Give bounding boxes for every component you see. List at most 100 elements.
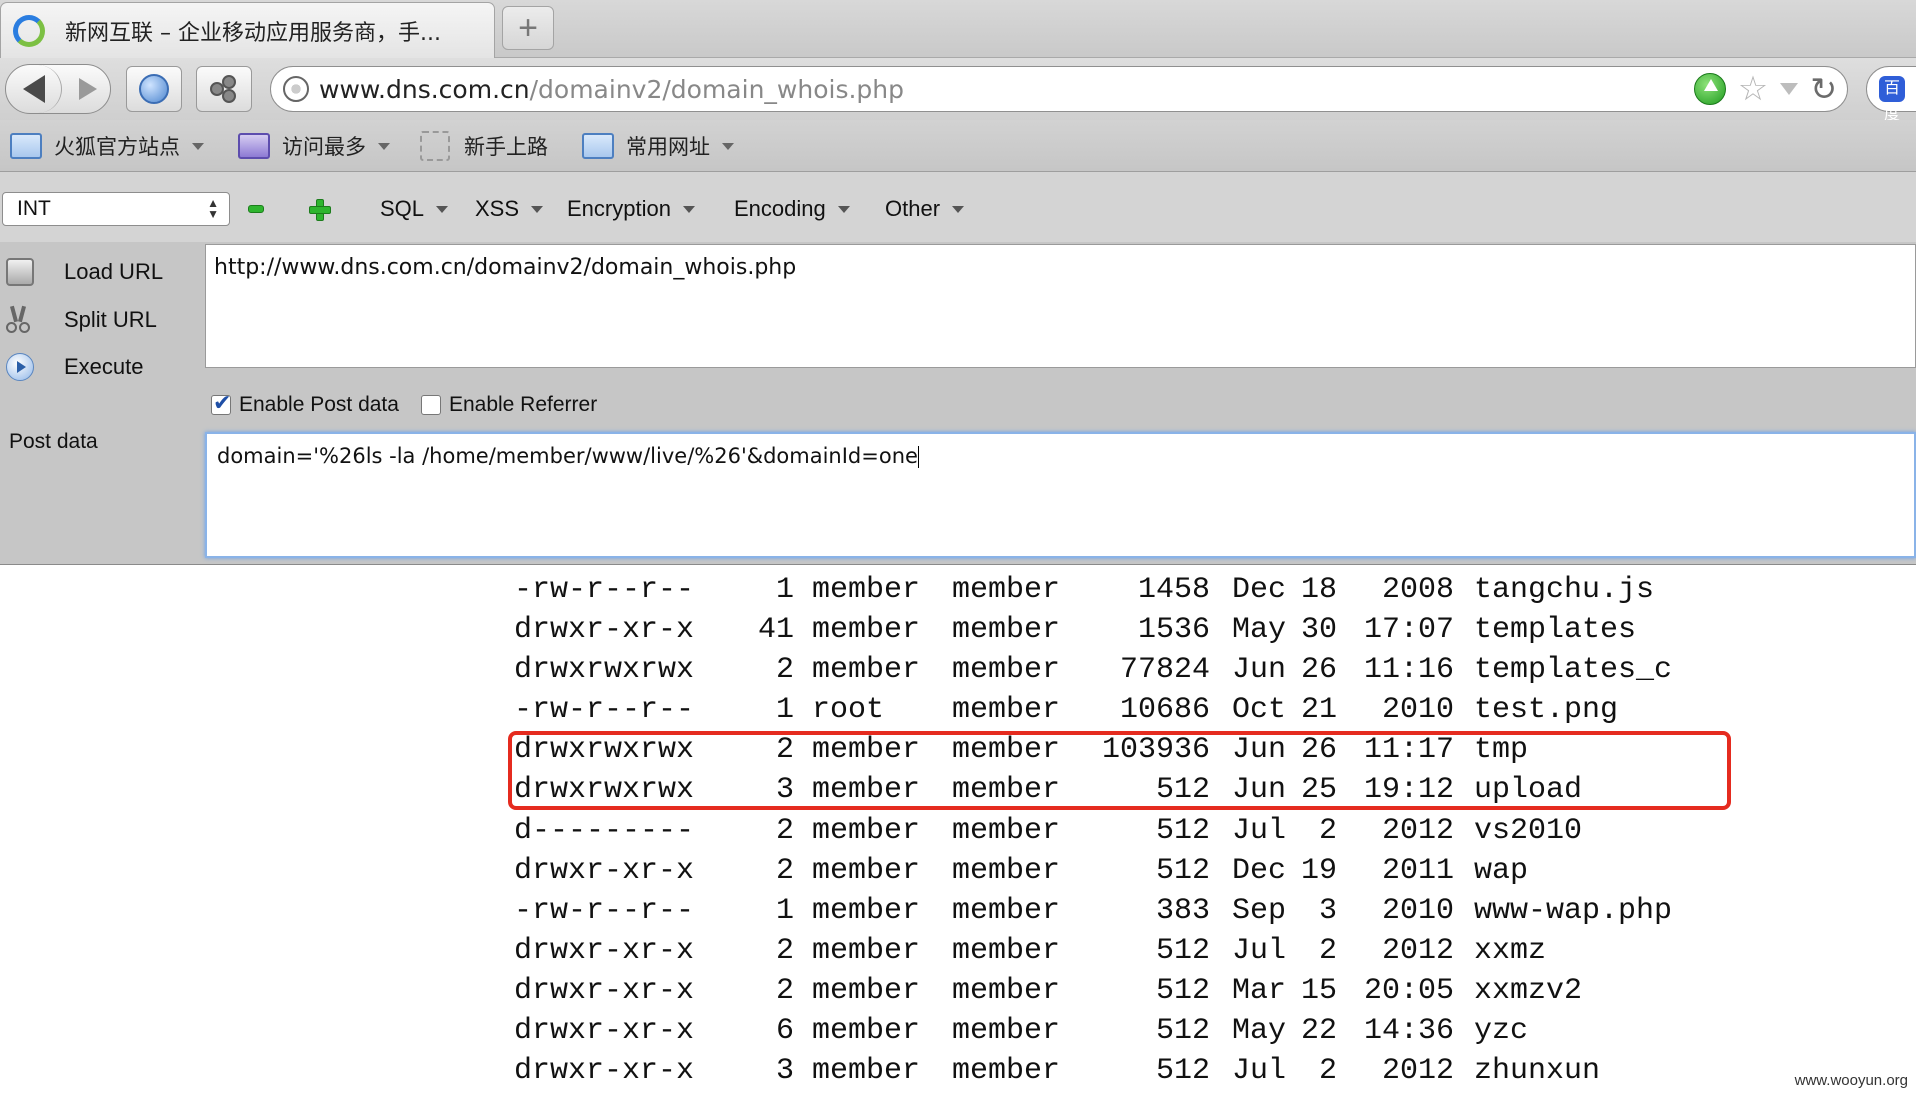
listing-row: -rw-r--r-- 1 root member 10686 Oct 21 2010 test.… (514, 690, 1672, 730)
listing-owner: root (812, 693, 885, 728)
hackbar-options: Enable Post data Enable Referrer (211, 390, 597, 420)
highlight-box (508, 731, 1731, 810)
listing-day: 2 (1318, 813, 1337, 848)
menu-sql[interactable]: SQL (380, 196, 449, 222)
bookmark-folder-common[interactable]: 常用网址 (582, 128, 734, 164)
text-cursor (917, 446, 919, 468)
listing-time: 2012 (1381, 933, 1454, 968)
listing-owner: member (812, 813, 921, 848)
menu-label: XSS (475, 196, 520, 221)
listing-permissions: -rw-r--r-- (514, 573, 695, 607)
enable-post-label: Enable Post data (239, 393, 399, 416)
enable-referrer-label: Enable Referrer (448, 393, 598, 416)
menu-encoding[interactable]: Encoding (734, 196, 850, 222)
search-box[interactable]: 百度 (1866, 66, 1916, 123)
listing-group: member (952, 1014, 1061, 1049)
listing-owner: member (812, 573, 921, 607)
bookmark-label: 新手上路 (464, 135, 548, 159)
back-button[interactable] (6, 65, 62, 113)
listing-permissions: drwxr-xr-x (514, 973, 695, 1008)
listing-row: drwxr-xr-x 41 member member 1536 May 30 17:07 te… (514, 610, 1672, 650)
listing-owner: member (812, 893, 921, 928)
listing-group: member (952, 653, 1061, 688)
listing-time: 17:07 (1363, 613, 1454, 648)
home-globe-icon (139, 74, 169, 104)
baidu-search-icon[interactable]: 百度 (1879, 76, 1905, 123)
execute-button[interactable]: Execute (0, 347, 144, 387)
chevron-down-icon (378, 142, 390, 150)
forward-button[interactable] (68, 65, 108, 113)
chevron-down-icon (952, 205, 965, 213)
listing-owner: member (812, 653, 921, 688)
increase-icon[interactable] (309, 199, 331, 221)
type-select[interactable]: INT ▲ ▼ (2, 192, 230, 226)
reload-icon[interactable]: ↻ (1810, 73, 1837, 105)
listing-time: 2012 (1381, 1054, 1454, 1089)
address-url[interactable]: www.dns.com.cn/domainv2/domain_whois.php (319, 75, 904, 104)
bookmark-page-icon (420, 131, 450, 161)
url-textarea[interactable]: http://www.dns.com.cn/domainv2/domain_wh… (205, 244, 1916, 368)
listing-group: member (952, 573, 1061, 607)
bookmark-folder-firefox[interactable]: 火狐官方站点 (10, 128, 204, 164)
listing-group: member (952, 853, 1061, 888)
scissors-icon (6, 306, 34, 334)
watermark: www.wooyun.org (1794, 1072, 1908, 1089)
listing-day: 15 (1300, 973, 1337, 1008)
listing-filename: zhunxun (1474, 1054, 1601, 1089)
address-bar[interactable]: www.dns.com.cn/domainv2/domain_whois.php… (270, 66, 1848, 112)
tab-active[interactable]: 新网互联 – 企业移动应用服务商，手... (0, 2, 495, 58)
bookmark-folder-most-visited[interactable]: 访问最多 (238, 128, 390, 164)
menu-xss[interactable]: XSS (475, 196, 544, 222)
new-tab-button[interactable]: + (502, 6, 554, 50)
go-arrow-icon[interactable] (1693, 73, 1726, 105)
listing-row: drwxr-xr-x 2 member member 512 Jul 2 2012 xxmz (514, 931, 1672, 971)
listing-group: member (952, 893, 1061, 928)
listing-owner: member (812, 1054, 921, 1089)
listing-links: 3 (775, 1054, 794, 1089)
listing-group: member (952, 1054, 1061, 1089)
listing-links: 2 (775, 653, 794, 688)
history-dropdown-icon[interactable] (1780, 83, 1799, 95)
post-data-textarea[interactable]: domain='%26ls -la /home/member/www/live/… (205, 432, 1916, 558)
bookmark-star-icon[interactable]: ☆ (1738, 72, 1768, 106)
bookmark-getting-started[interactable]: 新手上路 (420, 128, 548, 164)
menu-label: Encoding (734, 196, 826, 221)
enable-referrer-checkbox[interactable] (420, 395, 441, 415)
listing-owner: member (812, 613, 921, 648)
menu-encryption[interactable]: Encryption (567, 196, 695, 222)
site-identity-icon[interactable] (283, 76, 309, 102)
listing-filename: wap (1474, 853, 1529, 888)
listing-day: 22 (1300, 1014, 1337, 1049)
listing-owner: member (812, 933, 921, 968)
listing-permissions: drwxr-xr-x (514, 853, 695, 888)
share-button[interactable] (196, 66, 252, 112)
listing-size: 1536 (1137, 613, 1210, 648)
listing-links: 6 (775, 1014, 794, 1049)
listing-month: Oct (1232, 693, 1287, 728)
updown-icon: ▲ ▼ (207, 196, 219, 221)
play-icon (6, 353, 34, 381)
listing-permissions: drwxr-xr-x (514, 933, 695, 968)
load-url-button[interactable]: Load URL (0, 252, 163, 292)
listing-group: member (952, 933, 1061, 968)
listing-links: 1 (775, 893, 794, 928)
listing-links: 41 (757, 613, 794, 648)
listing-month: May (1232, 1014, 1287, 1049)
listing-month: Jul (1232, 813, 1287, 848)
listing-size: 512 (1155, 1014, 1210, 1049)
listing-size: 1458 (1137, 573, 1210, 607)
listing-month: Dec (1232, 573, 1287, 607)
listing-links: 2 (775, 933, 794, 968)
directory-listing: -rw-r--r-- 1 member member 1458 Dec 18 2008 tang… (514, 570, 1672, 1091)
decrease-icon[interactable] (248, 205, 264, 213)
split-url-button[interactable]: Split URL (0, 300, 157, 340)
listing-row: -rw-r--r-- 1 member member 1458 Dec 18 2008 tang… (514, 570, 1672, 610)
action-label: Split URL (64, 307, 157, 332)
menu-other[interactable]: Other (885, 196, 965, 222)
enable-post-checkbox[interactable] (211, 390, 231, 416)
listing-day: 21 (1300, 693, 1337, 728)
listing-time: 2011 (1381, 853, 1454, 888)
listing-month: Sep (1232, 893, 1287, 928)
home-button[interactable] (126, 66, 182, 112)
listing-time: 2012 (1381, 813, 1454, 848)
